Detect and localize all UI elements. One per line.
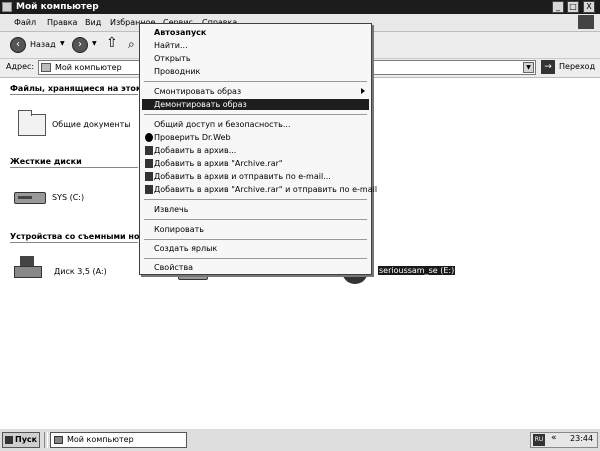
menu-mount-image[interactable]: Смонтировать образ bbox=[142, 86, 369, 97]
menu-add-archive-email[interactable]: Добавить в архив и отправить по e-mail..… bbox=[142, 171, 369, 182]
menu-separator bbox=[144, 258, 367, 259]
floppy-drive-icon bbox=[14, 256, 42, 282]
menu-separator bbox=[144, 114, 367, 115]
back-label[interactable]: Назад bbox=[30, 40, 56, 49]
item-label: Диск 3,5 (A:) bbox=[54, 267, 107, 276]
item-label-selected: serioussam_se (E:) bbox=[378, 266, 456, 275]
menu-explorer[interactable]: Проводник bbox=[142, 66, 369, 77]
back-dropdown-icon[interactable]: ▼ bbox=[60, 40, 65, 47]
section-removable-heading: Устройства со съемными нос bbox=[10, 232, 145, 241]
window-title: Мой компьютер bbox=[16, 2, 99, 12]
item-label: SYS (C:) bbox=[52, 193, 85, 202]
my-computer-icon bbox=[2, 2, 12, 12]
menu-sharing[interactable]: Общий доступ и безопасность... bbox=[142, 119, 369, 130]
section-files-heading: Файлы, хранящиеся на этом ко bbox=[10, 84, 157, 93]
maximize-button[interactable]: □ bbox=[567, 1, 579, 13]
winrar-icon bbox=[145, 185, 153, 194]
windows-logo-icon bbox=[578, 15, 594, 29]
menu-view[interactable]: Вид bbox=[85, 17, 101, 28]
clock: 23:44 bbox=[570, 434, 594, 443]
item-label: Общие документы bbox=[52, 120, 131, 129]
drweb-spider-icon bbox=[145, 133, 153, 142]
tray-expand-icon[interactable]: « bbox=[551, 433, 557, 443]
hard-disk-icon bbox=[14, 192, 46, 204]
menu-copy[interactable]: Копировать bbox=[142, 224, 369, 235]
forward-dropdown-icon[interactable]: ▼ bbox=[92, 40, 97, 47]
menu-edit[interactable]: Правка bbox=[47, 17, 77, 28]
explorer-window: Мой компьютер _ □ X Файл Правка Вид Избр… bbox=[0, 0, 600, 451]
menu-drweb[interactable]: Проверить Dr.Web bbox=[142, 132, 369, 143]
menu-create-shortcut[interactable]: Создать ярлык bbox=[142, 243, 369, 254]
taskbar: Пуск Мой компьютер RU « 23:44 bbox=[0, 428, 600, 451]
menu-file[interactable]: Файл bbox=[14, 17, 36, 28]
section-hard-disks-heading: Жесткие диски bbox=[10, 157, 82, 166]
menu-separator bbox=[144, 239, 367, 240]
menu-separator bbox=[144, 219, 367, 220]
menu-open[interactable]: Открыть bbox=[142, 53, 369, 64]
winrar-icon bbox=[145, 146, 153, 155]
search-icon[interactable]: ⌕ bbox=[128, 37, 135, 52]
winrar-icon bbox=[145, 159, 153, 168]
menu-autorun[interactable]: Автозапуск bbox=[142, 27, 369, 38]
address-dropdown-icon[interactable]: ▼ bbox=[523, 62, 534, 73]
close-button[interactable]: X bbox=[583, 1, 595, 13]
menu-add-archive[interactable]: Добавить в архив... bbox=[142, 145, 369, 156]
menu-add-rar-email[interactable]: Добавить в архив "Archive.rar" и отправи… bbox=[142, 184, 377, 195]
menu-separator bbox=[144, 199, 367, 200]
menu-unmount-image[interactable]: Демонтировать образ bbox=[142, 99, 369, 110]
title-bar[interactable]: Мой компьютер _ □ X bbox=[0, 0, 600, 14]
menu-find[interactable]: Найти... bbox=[142, 40, 369, 51]
taskbar-item-my-computer[interactable]: Мой компьютер bbox=[50, 432, 187, 448]
address-value: Мой компьютер bbox=[55, 63, 122, 72]
menu-eject[interactable]: Извлечь bbox=[142, 204, 369, 215]
context-menu: Автозапуск Найти... Открыть Проводник См… bbox=[139, 23, 377, 275]
language-indicator[interactable]: RU bbox=[533, 434, 545, 446]
menu-add-archive-rar[interactable]: Добавить в архив "Archive.rar" bbox=[142, 158, 369, 169]
go-arrow-icon[interactable]: → bbox=[541, 60, 555, 74]
submenu-arrow-icon bbox=[361, 88, 365, 94]
start-button[interactable]: Пуск bbox=[2, 432, 40, 448]
folder-icon bbox=[18, 110, 46, 136]
menu-properties[interactable]: Свойства bbox=[142, 262, 369, 273]
forward-arrow-icon[interactable]: › bbox=[72, 37, 88, 53]
back-arrow-icon[interactable]: ‹ bbox=[10, 37, 26, 53]
address-label: Адрес: bbox=[6, 62, 35, 71]
menu-separator bbox=[144, 81, 367, 82]
go-button[interactable]: Переход bbox=[559, 62, 595, 71]
taskbar-divider bbox=[44, 432, 48, 448]
section-divider bbox=[10, 167, 138, 168]
section-divider bbox=[10, 94, 138, 95]
up-folder-icon[interactable]: ⇧ bbox=[106, 35, 118, 51]
minimize-button[interactable]: _ bbox=[552, 1, 564, 13]
my-computer-small-icon bbox=[41, 63, 51, 72]
winrar-icon bbox=[145, 172, 153, 181]
section-divider bbox=[10, 242, 138, 243]
